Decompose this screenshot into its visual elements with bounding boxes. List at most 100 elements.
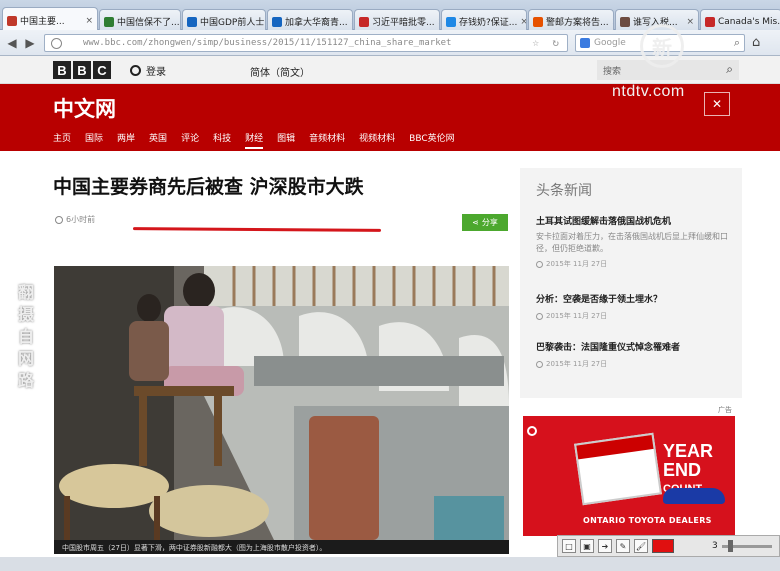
- date-text: 2015年 11月 27日: [546, 260, 608, 268]
- status-bar: [0, 557, 780, 571]
- search-icon[interactable]: ⌕: [734, 36, 740, 50]
- nav-item[interactable]: 英国: [149, 131, 167, 149]
- close-icon[interactable]: ✕: [704, 92, 730, 116]
- tab-title: 中国GDP前人士...: [200, 18, 266, 28]
- ad-headline-line: YEAR: [663, 441, 714, 461]
- browser-tab[interactable]: 习近平暗批零...×: [354, 9, 440, 30]
- nav-item[interactable]: 国际: [85, 131, 103, 149]
- google-icon: [580, 38, 590, 48]
- timestamp-text: 6小时前: [66, 215, 96, 224]
- story-date: 2015年 11月 27日: [536, 359, 732, 369]
- story-date: 2015年 11月 27日: [536, 311, 732, 321]
- clock-icon: [55, 215, 63, 224]
- bbc-logo[interactable]: B B C: [53, 61, 111, 79]
- pen-icon[interactable]: ✎: [616, 539, 630, 553]
- ad-info-icon[interactable]: [527, 426, 537, 436]
- ad-headline-line: END: [663, 460, 702, 480]
- ad-dealers-text: ONTARIO TOYOTA DEALERS: [583, 516, 712, 525]
- tab-title: 加拿大华裔青...: [285, 18, 348, 28]
- color-swatch[interactable]: [652, 539, 674, 553]
- tab-title: 存钱奶?保证...: [459, 18, 518, 28]
- browser-tab[interactable]: Canada's Mis...×: [700, 9, 780, 30]
- stroke-size-value: 3: [712, 541, 718, 551]
- share-label: 分享: [481, 218, 498, 227]
- brush-icon[interactable]: 🖌: [634, 539, 648, 553]
- square-icon[interactable]: □: [562, 539, 576, 553]
- back-icon[interactable]: ◀: [4, 35, 20, 51]
- save-icon[interactable]: ▣: [580, 539, 594, 553]
- tab-close-icon[interactable]: ×: [686, 17, 694, 27]
- tab-title: 警邮方案将告...: [546, 18, 609, 28]
- nav-item[interactable]: 财经: [245, 131, 264, 149]
- sidebar-story[interactable]: 巴黎袭击：法国隆重仪式悼念罹难者 2015年 11月 27日: [536, 342, 732, 369]
- tab-favicon-icon: [272, 16, 282, 27]
- story-title[interactable]: 巴黎袭击：法国隆重仪式悼念罹难者: [536, 342, 732, 355]
- tab-favicon-icon: [7, 15, 17, 26]
- sidebar-story[interactable]: 分析：空袭是否缘于领土埋水？ 2015年 11月 27日: [536, 294, 732, 321]
- site-search-placeholder: 搜索: [603, 67, 622, 77]
- source-watermark: 翻摄自网路: [18, 283, 35, 390]
- site-title[interactable]: 中文网: [53, 93, 116, 123]
- forward-icon[interactable]: ▶: [22, 35, 38, 51]
- globe-icon: [51, 38, 62, 49]
- share-icon: ⋖: [472, 218, 479, 227]
- tab-close-icon[interactable]: ×: [351, 17, 352, 27]
- home-icon[interactable]: ⌂: [752, 35, 760, 50]
- story-summary: 安卡拉面对着压力，在击落俄国战机后显上拜仙缓和口径，但仍拒绝道歉。: [536, 232, 728, 253]
- car-icon: [663, 488, 725, 504]
- tab-close-icon[interactable]: ×: [612, 17, 613, 27]
- nav-item[interactable]: 科技: [213, 131, 231, 149]
- signin-label: 登录: [146, 67, 166, 78]
- story-date: 2015年 11月 27日: [536, 259, 732, 269]
- browser-tab[interactable]: 存钱奶?保证...×: [441, 9, 527, 30]
- tab-favicon-icon: [187, 16, 197, 27]
- browser-tab[interactable]: 警邮方案将告...×: [528, 9, 614, 30]
- browser-tab[interactable]: 中国GDP前人士...×: [182, 9, 266, 30]
- nav-item[interactable]: 评论: [181, 131, 199, 149]
- ntd-watermark-text: ntdtv.com: [612, 83, 685, 100]
- tab-favicon-icon: [620, 16, 630, 27]
- photo-caption: 中国股市周五（27日）显著下滑，两中证券股新融都大（图为上海股市散户投资者）。: [54, 540, 509, 554]
- tab-close-icon[interactable]: ×: [520, 17, 526, 27]
- browser-tab[interactable]: 中国信保不了...×: [99, 9, 181, 30]
- bbc-logo-letter: C: [93, 61, 111, 79]
- photo-illustration: [54, 266, 509, 540]
- bbc-logo-letter: B: [53, 61, 71, 79]
- tab-close-icon[interactable]: ×: [85, 16, 93, 26]
- tab-close-icon[interactable]: ×: [438, 17, 439, 27]
- share-button[interactable]: ⋖ 分享: [462, 214, 508, 231]
- nav-item[interactable]: 两岸: [117, 131, 135, 149]
- nav-item[interactable]: 视频材料: [359, 131, 395, 149]
- nav-item[interactable]: 主页: [53, 131, 71, 149]
- ad-label: 广告: [718, 406, 732, 414]
- date-text: 2015年 11月 27日: [546, 360, 608, 368]
- stroke-size-slider[interactable]: [721, 539, 772, 552]
- tab-favicon-icon: [359, 16, 369, 27]
- annotation-toolbar: □ ▣ ➔ ✎ 🖌 3: [557, 535, 780, 557]
- reload-icon[interactable]: ↻: [552, 36, 559, 49]
- article-headline: 中国主要券商先后被查 沪深股市大跌: [53, 176, 364, 198]
- tab-title: 习近平暗批零...: [372, 18, 435, 28]
- search-icon[interactable]: ⌕: [726, 62, 733, 77]
- tab-favicon-icon: [705, 16, 715, 27]
- tab-favicon-icon: [446, 16, 456, 27]
- toyota-ad[interactable]: YEAR END COUNT ONTARIO TOYOTA DEALERS: [523, 416, 735, 536]
- article-timestamp: 6小时前: [55, 214, 95, 225]
- sidebar-story[interactable]: 土耳其试图缓解击落俄国战机危机 安卡拉面对着压力，在击落俄国战机后显上拜仙缓和口…: [536, 216, 732, 269]
- nav-item[interactable]: BBC英伦网: [409, 131, 454, 149]
- story-title[interactable]: 分析：空袭是否缘于领土埋水？: [536, 294, 732, 307]
- nav-item[interactable]: 音频材料: [309, 131, 345, 149]
- language-selector[interactable]: 简体（简文）: [250, 64, 310, 79]
- user-icon: [130, 65, 141, 76]
- story-title[interactable]: 土耳其试图缓解击落俄国战机危机: [536, 216, 732, 229]
- tab-title: 中国信保不了...: [117, 18, 180, 28]
- tab-title: Canada's Mis...: [718, 16, 780, 27]
- browser-tab[interactable]: 加拿大华裔青...×: [267, 9, 353, 30]
- nav-item[interactable]: 图辑: [277, 131, 295, 149]
- arrow-icon[interactable]: ➔: [598, 539, 612, 553]
- tab-title: 中国主要...: [20, 17, 65, 27]
- signin-link[interactable]: 登录: [130, 63, 166, 78]
- star-icon[interactable]: ☆: [532, 36, 539, 49]
- browser-tab[interactable]: 中国主要... ×: [2, 7, 98, 30]
- address-bar[interactable]: www.bbc.com/zhongwen/simp/business/2015/…: [44, 34, 568, 52]
